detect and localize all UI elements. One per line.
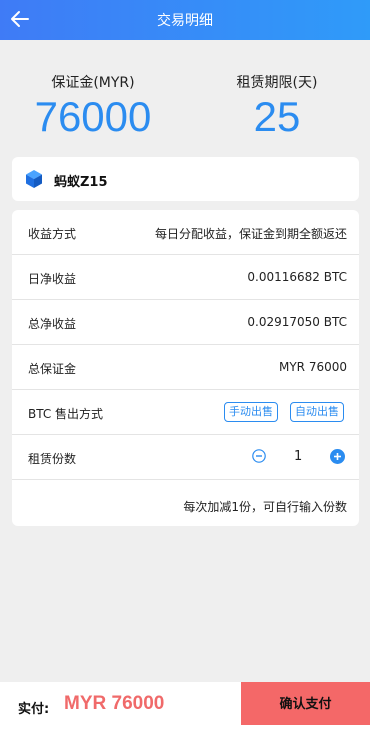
footer-bar: 实付: MYR 76000 确认支付	[0, 682, 370, 729]
margin-stat: 保证金(MYR) 76000	[8, 72, 178, 140]
manual-sell-button[interactable]: 手动出售	[224, 402, 278, 422]
income-method-row: 收益方式 每日分配收益，保证金到期全额返还	[12, 210, 359, 255]
quantity-input[interactable]: 1	[294, 449, 302, 464]
period-label: 租赁期限(天)	[236, 75, 318, 91]
daily-income-label: 日净收益	[28, 272, 77, 286]
product-card: 蚂蚁Z15	[12, 157, 359, 201]
detail-card: 收益方式 每日分配收益，保证金到期全额返还 日净收益 0.00116682 BT…	[12, 210, 359, 526]
plus-icon[interactable]	[330, 449, 345, 464]
product-name: 蚂蚁Z15	[54, 175, 108, 190]
total-margin-value: MYR 76000	[278, 360, 347, 374]
total-margin-label: 总保证金	[28, 362, 77, 376]
sell-method-label: BTC 售出方式	[28, 407, 104, 421]
total-income-value: 0.02917050 BTC	[247, 315, 347, 329]
quantity-hint: 每次加减1份，可自行输入份数	[183, 500, 347, 514]
sell-method-row: BTC 售出方式 手动出售 自动出售	[12, 390, 359, 435]
minus-icon[interactable]	[252, 449, 266, 463]
total-income-row: 总净收益 0.02917050 BTC	[12, 300, 359, 345]
pay-amount: MYR 76000	[64, 693, 165, 714]
income-method-value: 每日分配收益，保证金到期全额返还	[154, 227, 347, 241]
cube-icon	[26, 170, 42, 188]
summary-stats: 保证金(MYR) 76000 租赁期限(天) 25	[0, 72, 370, 142]
margin-value: 76000	[34, 93, 152, 140]
auto-sell-button[interactable]: 自动出售	[290, 402, 344, 422]
daily-income-row: 日净收益 0.00116682 BTC	[12, 255, 359, 300]
total-income-label: 总净收益	[28, 317, 77, 331]
daily-income-value: 0.00116682 BTC	[247, 270, 347, 284]
quantity-label: 租赁份数	[28, 452, 77, 466]
income-method-label: 收益方式	[28, 227, 77, 241]
quantity-row: 租赁份数 1	[12, 435, 359, 480]
header: 交易明细	[0, 0, 370, 40]
page-title: 交易明细	[157, 13, 213, 29]
margin-label: 保证金(MYR)	[51, 75, 135, 91]
total-margin-row: 总保证金 MYR 76000	[12, 345, 359, 390]
period-value: 25	[253, 93, 301, 140]
pay-label: 实付:	[18, 702, 50, 717]
confirm-pay-button[interactable]: 确认支付	[241, 682, 370, 725]
period-stat: 租赁期限(天) 25	[192, 72, 362, 140]
